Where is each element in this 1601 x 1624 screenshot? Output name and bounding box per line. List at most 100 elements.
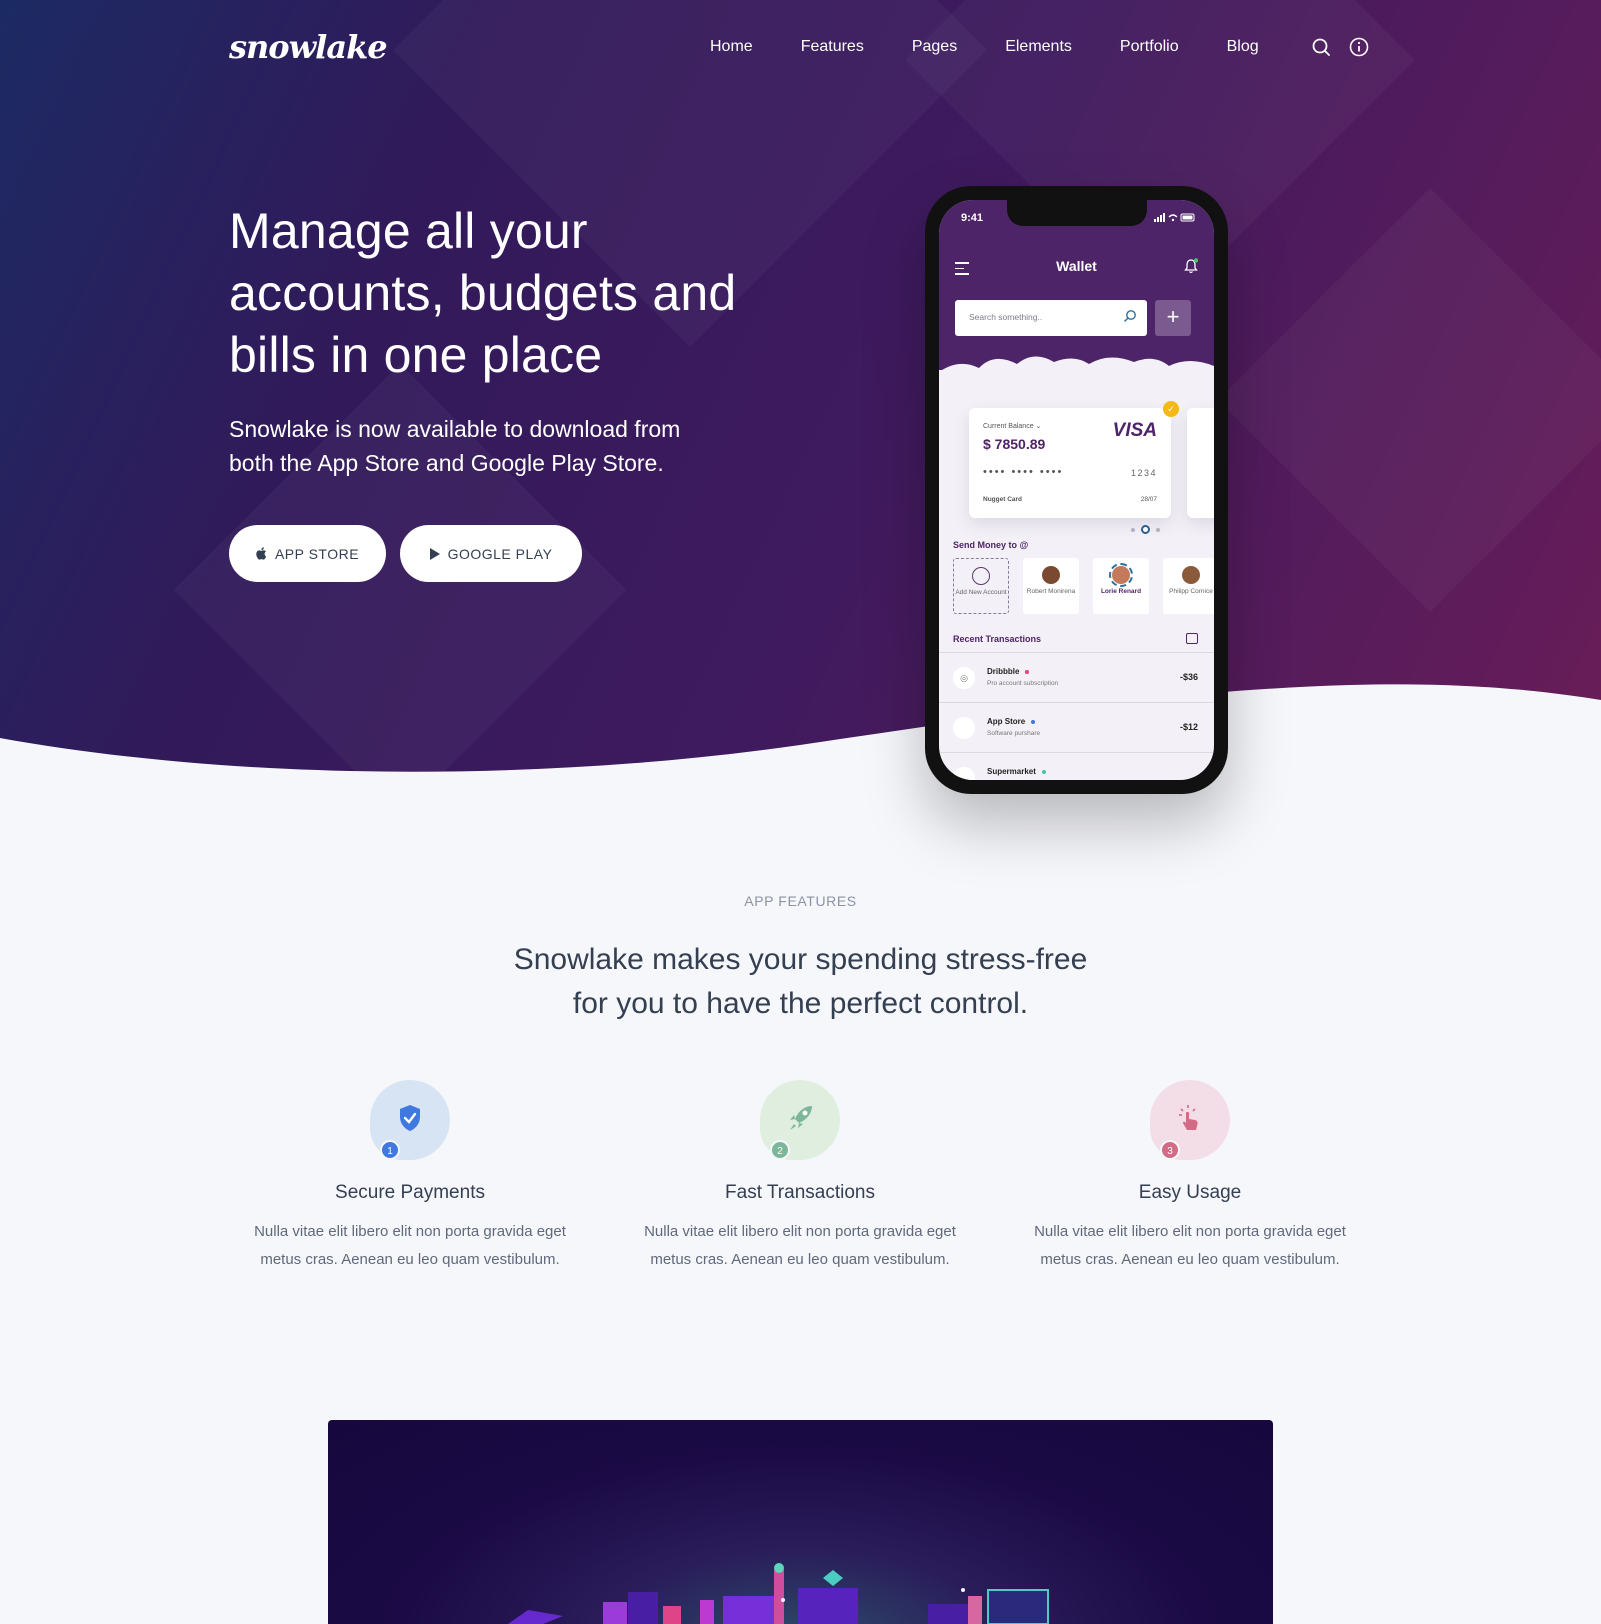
send-money-label: Send Money to @ — [953, 540, 1029, 550]
recent-transactions-label: Recent Transactions — [953, 634, 1042, 644]
feature-desc: Nulla vitae elit libero elit non porta g… — [230, 1218, 590, 1274]
info-icon[interactable] — [1348, 36, 1370, 58]
section-title-line: for you to have the perfect control. — [572, 987, 1029, 1020]
wallet-search-input[interactable]: Search something.. — [955, 300, 1147, 336]
nav-elements[interactable]: Elements — [1005, 38, 1072, 56]
verified-badge-icon: ✓ — [1163, 401, 1179, 417]
transaction-amount: -$36 — [1179, 672, 1198, 682]
feature-number-badge: 2 — [770, 1140, 790, 1160]
feature-desc-line: Nulla vitae elit libero elit non porta g… — [1034, 1223, 1346, 1240]
feature-icon-bg: 2 — [760, 1080, 840, 1160]
feature-title: Secure Payments — [335, 1182, 485, 1203]
play-icon — [429, 547, 440, 560]
shield-check-icon — [400, 1105, 420, 1131]
cloud-divider — [939, 356, 1214, 390]
hero-subtitle: Snowlake is now available to download fr… — [229, 416, 681, 476]
transaction-desc: Software purshare — [987, 730, 1041, 737]
calendar-icon[interactable] — [1186, 633, 1198, 644]
feature-card: 2 Fast Transactions Nulla vitae elit lib… — [620, 1080, 980, 1274]
add-button[interactable]: + — [1155, 300, 1191, 336]
transaction-name: App Store — [987, 717, 1026, 726]
status-icons — [1154, 213, 1196, 226]
hero-section — [0, 0, 1601, 800]
nav-links: Home Features Pages Elements Portfolio B… — [710, 38, 1307, 56]
nav-portfolio[interactable]: Portfolio — [1120, 38, 1179, 56]
phone-notch — [1007, 200, 1147, 226]
balance-label[interactable]: Current Balance ⌄ — [983, 422, 1041, 430]
feature-card: 1 Secure Payments Nulla vitae elit liber… — [230, 1080, 590, 1274]
transaction-name: Dribbble — [987, 667, 1020, 676]
google-play-label: GOOGLE PLAY — [447, 545, 553, 562]
google-play-button[interactable]: GOOGLE PLAY — [400, 525, 582, 582]
app-store-label: APP STORE — [274, 545, 360, 562]
decor-diamond — [1218, 188, 1601, 612]
hero-wave — [0, 684, 1601, 800]
card-masked-number: •••• •••• •••• — [983, 466, 1064, 478]
feature-number-badge: 1 — [380, 1140, 400, 1160]
contacts-row: Add New Account Robert Monirena Lorie Re… — [953, 558, 1214, 614]
top-navbar: snowlake Home Features Pages Elements Po… — [0, 0, 1601, 96]
card-name: Nugget Card — [983, 496, 1022, 503]
card-expiry: 28/07 — [1140, 496, 1157, 503]
credit-card[interactable]: Current Balance ⌄ $ 7850.89 VISA •••• ••… — [969, 408, 1171, 518]
wallet-title: Wallet — [1056, 258, 1097, 274]
search-icon[interactable] — [1310, 36, 1332, 58]
section-title-line: Snowlake makes your spending stress-free — [513, 943, 1088, 976]
rocket-icon — [790, 1106, 812, 1130]
feature-desc-line: metus cras. Aenean eu leo quam vestibulu… — [1040, 1251, 1340, 1268]
dribbble-icon: ◎ — [953, 667, 975, 689]
contact-name: Lorie Renard — [1100, 588, 1142, 595]
contact-name: Philipp Cornice — [1169, 588, 1213, 595]
tap-icon — [1179, 1105, 1198, 1130]
app-store-button[interactable]: APP STORE — [229, 525, 386, 582]
nav-blog[interactable]: Blog — [1227, 38, 1259, 56]
avatar — [1042, 566, 1060, 584]
contact-card[interactable]: Philipp Cornice — [1163, 558, 1214, 614]
section-kicker: APP FEATURES — [744, 893, 857, 909]
nav-pages[interactable]: Pages — [912, 38, 957, 56]
city-illustration — [508, 1563, 1049, 1624]
avatar — [1109, 563, 1133, 587]
feature-card: 3 Easy Usage Nulla vitae elit libero eli… — [1010, 1080, 1370, 1274]
card-last4: 1234 — [1130, 468, 1157, 478]
cart-icon — [953, 767, 975, 780]
contact-name: Robert Monirena — [1026, 588, 1076, 595]
apple-icon — [953, 717, 975, 739]
contact-card[interactable]: Robert Monirena — [1023, 558, 1079, 614]
nav-features[interactable]: Features — [801, 38, 864, 56]
transaction-row[interactable]: ◎ Dribbble Pro account subscription -$36 — [939, 652, 1214, 702]
visa-logo: VISA — [1112, 420, 1157, 441]
status-time: 9:41 — [961, 212, 984, 224]
phone-screen: 9:41 Wallet Search something.. + Current… — [939, 200, 1214, 780]
search-icon[interactable] — [1123, 309, 1137, 323]
status-dot — [1025, 669, 1030, 674]
feature-desc: Nulla vitae elit libero elit non porta g… — [620, 1218, 980, 1274]
carousel-dots[interactable] — [1131, 525, 1160, 534]
avatar — [1182, 566, 1200, 584]
signal-wifi-battery-icon — [1154, 213, 1195, 222]
feature-icon-bg: 3 — [1150, 1080, 1230, 1160]
phone-mockup: 9:41 Wallet Search something.. + Current… — [925, 186, 1228, 794]
nav-home[interactable]: Home — [710, 38, 753, 56]
transaction-row[interactable]: Supermarket — [939, 752, 1214, 780]
add-user-icon — [972, 567, 990, 585]
feature-desc-line: metus cras. Aenean eu leo quam vestibulu… — [650, 1251, 950, 1268]
transaction-amount: -$12 — [1179, 722, 1198, 732]
feature-desc-line: Nulla vitae elit libero elit non porta g… — [254, 1223, 566, 1240]
status-dot — [1031, 719, 1036, 724]
balance-value: $ 7850.89 — [983, 436, 1046, 452]
hero-title: Manage all your accounts, budgets and bi… — [229, 203, 737, 383]
status-dot — [1041, 769, 1046, 774]
transaction-name: Supermarket — [987, 767, 1036, 776]
next-card[interactable] — [1187, 408, 1214, 518]
transaction-row[interactable]: App Store Software purshare -$12 — [939, 702, 1214, 752]
feature-number-badge: 3 — [1160, 1140, 1180, 1160]
add-account-button[interactable]: Add New Account — [953, 558, 1009, 614]
feature-desc-line: Nulla vitae elit libero elit non porta g… — [644, 1223, 956, 1240]
contact-name: Add New Account — [955, 589, 1007, 596]
bell-icon[interactable] — [1184, 258, 1198, 274]
search-placeholder: Search something.. — [969, 312, 1043, 322]
contact-card[interactable]: Lorie Renard — [1093, 558, 1149, 614]
logo[interactable]: snowlake — [229, 28, 388, 66]
feature-desc: Nulla vitae elit libero elit non porta g… — [1010, 1218, 1370, 1274]
